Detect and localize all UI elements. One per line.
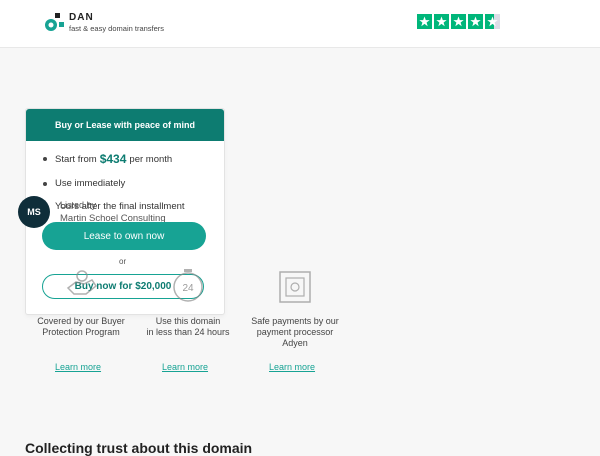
card-title: Buy or Lease with peace of mind xyxy=(26,109,224,141)
text-line: Safe payments by our xyxy=(251,316,339,326)
or-divider: or xyxy=(119,257,127,266)
brand-tagline: fast & easy domain transfers xyxy=(69,24,165,33)
buyer-protection-icon xyxy=(66,270,98,295)
text-line: in less than 24 hours xyxy=(146,327,230,337)
buyer-protection-text: Covered by our Buyer Protection Program xyxy=(28,316,134,338)
text-line: Use this domain xyxy=(155,316,221,326)
star-icon xyxy=(451,14,466,29)
brand-name: DAN xyxy=(69,12,94,23)
per-month-label: per month xyxy=(129,153,173,165)
text-line: payment processor xyxy=(256,327,334,337)
lease-to-own-button[interactable]: Lease to own now xyxy=(42,222,206,250)
section-heading: Collecting trust about this domain xyxy=(25,440,253,456)
start-from-label: Start from xyxy=(55,153,97,165)
safe-payments-text: Safe payments by our payment processor A… xyxy=(242,316,348,349)
seller-avatar[interactable]: MS xyxy=(18,196,50,228)
learn-more-link[interactable]: Learn more xyxy=(162,362,208,372)
text-line: Adyen xyxy=(282,338,308,348)
listed-by-label: Listed by xyxy=(60,200,97,210)
list-item: Start from $434 per month xyxy=(43,152,185,166)
use-immediately-text: Use immediately xyxy=(55,178,126,189)
trustpilot-rating[interactable] xyxy=(417,14,500,29)
safe-icon xyxy=(279,271,311,303)
learn-more-link[interactable]: Learn more xyxy=(55,362,101,372)
seller-logo-text: MS xyxy=(27,207,41,217)
fast-transfer-text: Use this domain in less than 24 hours xyxy=(136,316,240,338)
list-item: Use immediately xyxy=(43,178,185,189)
star-icon xyxy=(434,14,449,29)
clock-label: 24 xyxy=(182,283,194,294)
half-star-icon xyxy=(485,14,500,29)
dan-logo-icon[interactable] xyxy=(45,12,65,32)
star-icon xyxy=(417,14,432,29)
top-bar: DAN fast & easy domain transfers xyxy=(0,0,600,48)
24-hour-clock-icon: 24 xyxy=(173,269,203,302)
star-icon xyxy=(468,14,483,29)
learn-more-link[interactable]: Learn more xyxy=(269,362,315,372)
text-line: Protection Program xyxy=(42,327,120,337)
text-line: Covered by our Buyer xyxy=(37,316,125,326)
monthly-price: $434 xyxy=(99,152,127,166)
